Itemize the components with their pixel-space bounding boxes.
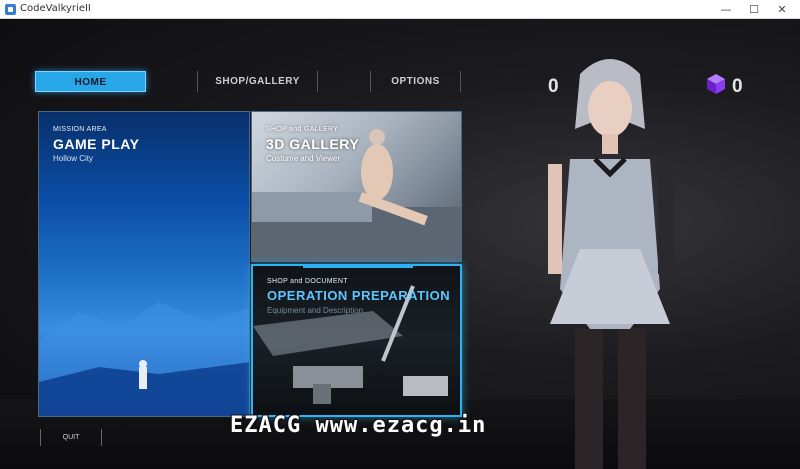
tab-shop-gallery[interactable]: SHOP/GALLERY [197, 71, 318, 92]
character-model [548, 59, 674, 469]
gallery-artwork [252, 129, 461, 261]
gameplay-title: GAME PLAY [53, 136, 140, 152]
gallery-category: SHOP and GALLERY [266, 126, 339, 133]
gallery-panel[interactable]: SHOP and GALLERY 3D GALLERY Costume and … [251, 111, 462, 262]
tab-home[interactable]: HOME [35, 71, 146, 92]
game-scene: HOME SHOP/GALLERY OPTIONS 0 0 MISSION AR… [0, 19, 800, 469]
tab-options[interactable]: OPTIONS [370, 71, 461, 92]
gameplay-panel[interactable]: MISSION AREA GAME PLAY Hollow City [38, 111, 250, 417]
operation-subtitle: Equipment and Description [267, 306, 364, 315]
gallery-subtitle: Costume and Viewer [266, 154, 341, 163]
window-titlebar: CodeValkyrieII — ☐ ✕ [0, 0, 800, 19]
operation-title: OPERATION PREPARATION [267, 288, 451, 303]
purple-cube-icon [707, 74, 725, 94]
gameplay-category: MISSION AREA [53, 126, 107, 133]
quit-button[interactable]: QUIT [40, 429, 102, 446]
operation-panel[interactable]: SHOP and DOCUMENT OPERATION PREPARATION … [251, 264, 462, 417]
operation-category: SHOP and DOCUMENT [267, 278, 348, 285]
gameplay-subtitle: Hollow City [53, 154, 94, 163]
app-icon [5, 4, 16, 15]
watermark-text: EZACG www.ezacg.in [230, 413, 487, 438]
gallery-title: 3D GALLERY [266, 136, 360, 152]
window-title: CodeValkyrieII [20, 3, 91, 14]
gem-counter: 0 [732, 76, 743, 97]
close-button[interactable]: ✕ [764, 0, 800, 19]
